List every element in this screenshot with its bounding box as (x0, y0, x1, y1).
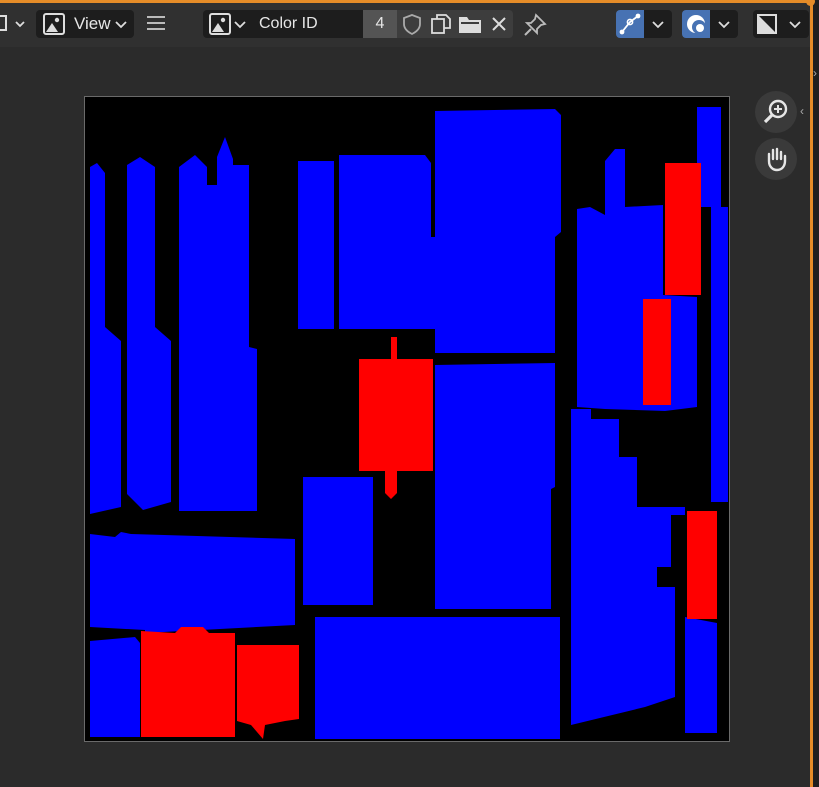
image-name-field[interactable]: Color ID (249, 10, 363, 38)
unlink-image-button[interactable] (484, 10, 513, 38)
chevron-down-icon (718, 21, 730, 29)
duplicate-icon (430, 14, 451, 34)
image-display-icon (757, 14, 777, 34)
overlay-icon (687, 15, 706, 34)
overlays-dropdown[interactable] (710, 10, 738, 38)
display-channels-dropdown[interactable] (781, 10, 809, 38)
sidebar-toggle-arrow[interactable]: › (813, 66, 817, 80)
zoom-view-button[interactable] (755, 91, 797, 133)
uv-sync-selection-button[interactable] (616, 10, 644, 38)
pin-button[interactable] (522, 12, 548, 43)
pin-icon (524, 13, 547, 36)
chevron-down-icon (789, 21, 801, 29)
display-channels-button[interactable] (753, 10, 781, 38)
image-editor-header: View Color ID 4 (0, 0, 810, 47)
uv-select-mode-dropdown[interactable] (644, 10, 672, 38)
chevron-down-icon (234, 21, 246, 29)
image-users-count[interactable]: 4 (363, 10, 397, 38)
new-image-button[interactable] (426, 10, 455, 38)
zoom-in-icon (763, 99, 788, 124)
fake-user-button[interactable] (397, 10, 426, 38)
chevron-down-icon (114, 21, 127, 29)
uv-editor-mode-icon (0, 15, 25, 31)
toolbar-collapse-arrow[interactable]: ‹ (800, 104, 804, 118)
hand-icon (767, 147, 787, 172)
open-image-button[interactable] (455, 10, 484, 38)
view-menu-label: View (74, 14, 111, 33)
browse-image-button[interactable] (203, 10, 249, 38)
color-id-map (85, 97, 729, 741)
active-area-border-top (0, 0, 813, 3)
image-icon (43, 13, 65, 35)
pan-view-button[interactable] (755, 138, 797, 180)
adjacent-area-strip (813, 0, 819, 787)
image-users-text: 4 (375, 15, 385, 32)
close-icon (491, 17, 506, 31)
overlays-toggle-button[interactable] (682, 10, 710, 38)
image-canvas[interactable] (84, 96, 730, 742)
view-menu-button[interactable]: View (36, 10, 134, 38)
image-browse-icon (209, 13, 231, 35)
display-channels-group (753, 10, 809, 38)
uv-vertex-icon (619, 13, 641, 35)
image-name-text: Color ID (259, 15, 318, 32)
uv-sync-group (616, 10, 672, 38)
overlays-group (682, 10, 738, 38)
shield-icon (402, 14, 421, 35)
image-datablock-actions (397, 10, 513, 38)
chevron-down-icon (652, 21, 664, 29)
editor-type-button[interactable] (0, 12, 30, 41)
header-menu-button[interactable] (146, 14, 166, 37)
folder-icon (458, 17, 481, 33)
hamburger-menu-icon (147, 16, 165, 30)
